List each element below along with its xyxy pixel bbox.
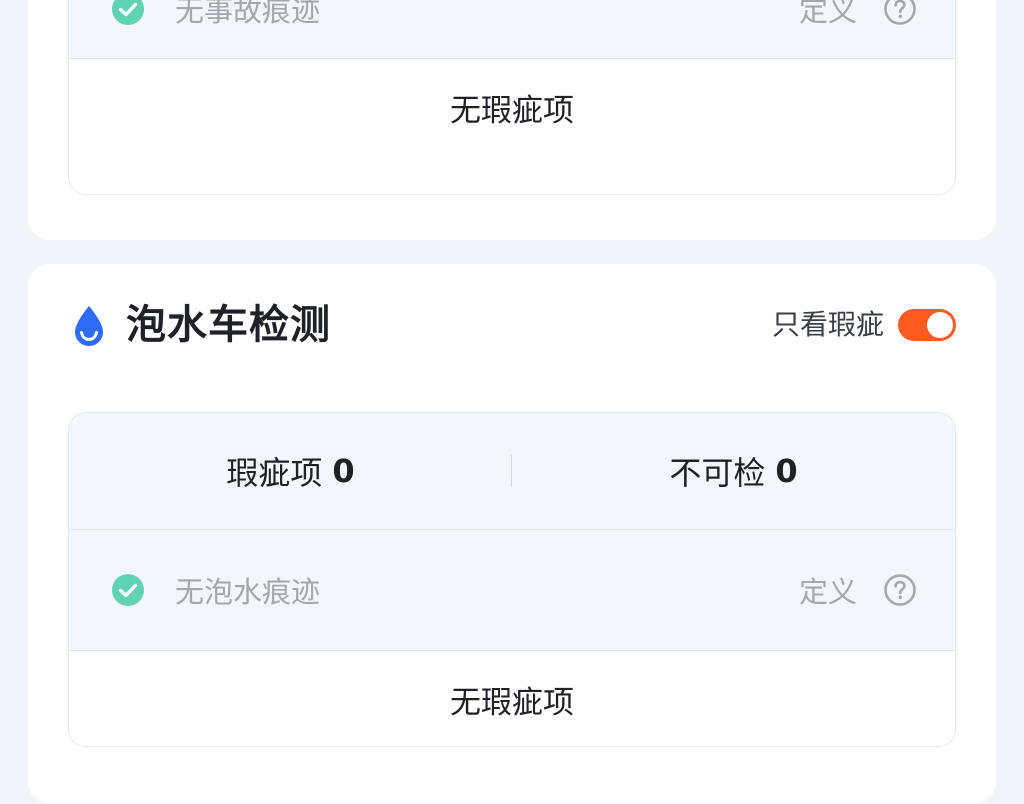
flood-section-header: 泡水车检测 只看瑕疵: [72, 296, 956, 354]
flood-detection-card: 泡水车检测 只看瑕疵 瑕疵项 0 不可检 0 无泡水痕迹 定义 无瑕疵项: [28, 264, 996, 804]
defects-only-filter: 只看瑕疵: [772, 306, 956, 344]
definition-link[interactable]: 定义: [799, 0, 857, 30]
uncheckable-label: 不可检: [669, 454, 766, 492]
flood-item-row[interactable]: 无泡水痕迹 定义: [69, 530, 955, 651]
check-circle-icon: [112, 0, 144, 25]
accident-summary: 无瑕疵项: [69, 59, 955, 155]
check-circle-icon: [112, 574, 144, 606]
uncheckable-count: 0: [775, 452, 798, 490]
stats-bar: 瑕疵项 0 不可检 0: [69, 413, 955, 530]
definition-link[interactable]: 定义: [799, 569, 857, 611]
toggle-knob: [927, 312, 953, 338]
stats-divider: [511, 455, 512, 487]
defects-count: 0: [332, 452, 355, 490]
filter-label: 只看瑕疵: [771, 308, 884, 341]
water-drop-icon: [75, 306, 103, 346]
section-title: 泡水车检测: [126, 302, 331, 348]
question-circle-icon[interactable]: [883, 0, 917, 26]
accident-item-label: 无事故痕迹: [175, 0, 321, 28]
flood-item-label: 无泡水痕迹: [175, 575, 321, 609]
defects-label: 瑕疵项: [226, 454, 323, 492]
flood-summary: 无瑕疵项: [69, 651, 955, 746]
defects-stat[interactable]: 瑕疵项 0: [69, 413, 512, 529]
question-circle-icon[interactable]: [883, 573, 917, 607]
defects-only-toggle[interactable]: [898, 309, 956, 341]
uncheckable-stat[interactable]: 不可检 0: [512, 413, 955, 529]
accident-items-panel: 无事故痕迹 定义 无瑕疵项: [68, 0, 956, 195]
accident-item-row[interactable]: 无事故痕迹 定义: [69, 0, 955, 59]
accident-section-card: 无事故痕迹 定义 无瑕疵项: [28, 0, 996, 240]
flood-items-panel: 瑕疵项 0 不可检 0 无泡水痕迹 定义 无瑕疵项: [68, 412, 956, 747]
